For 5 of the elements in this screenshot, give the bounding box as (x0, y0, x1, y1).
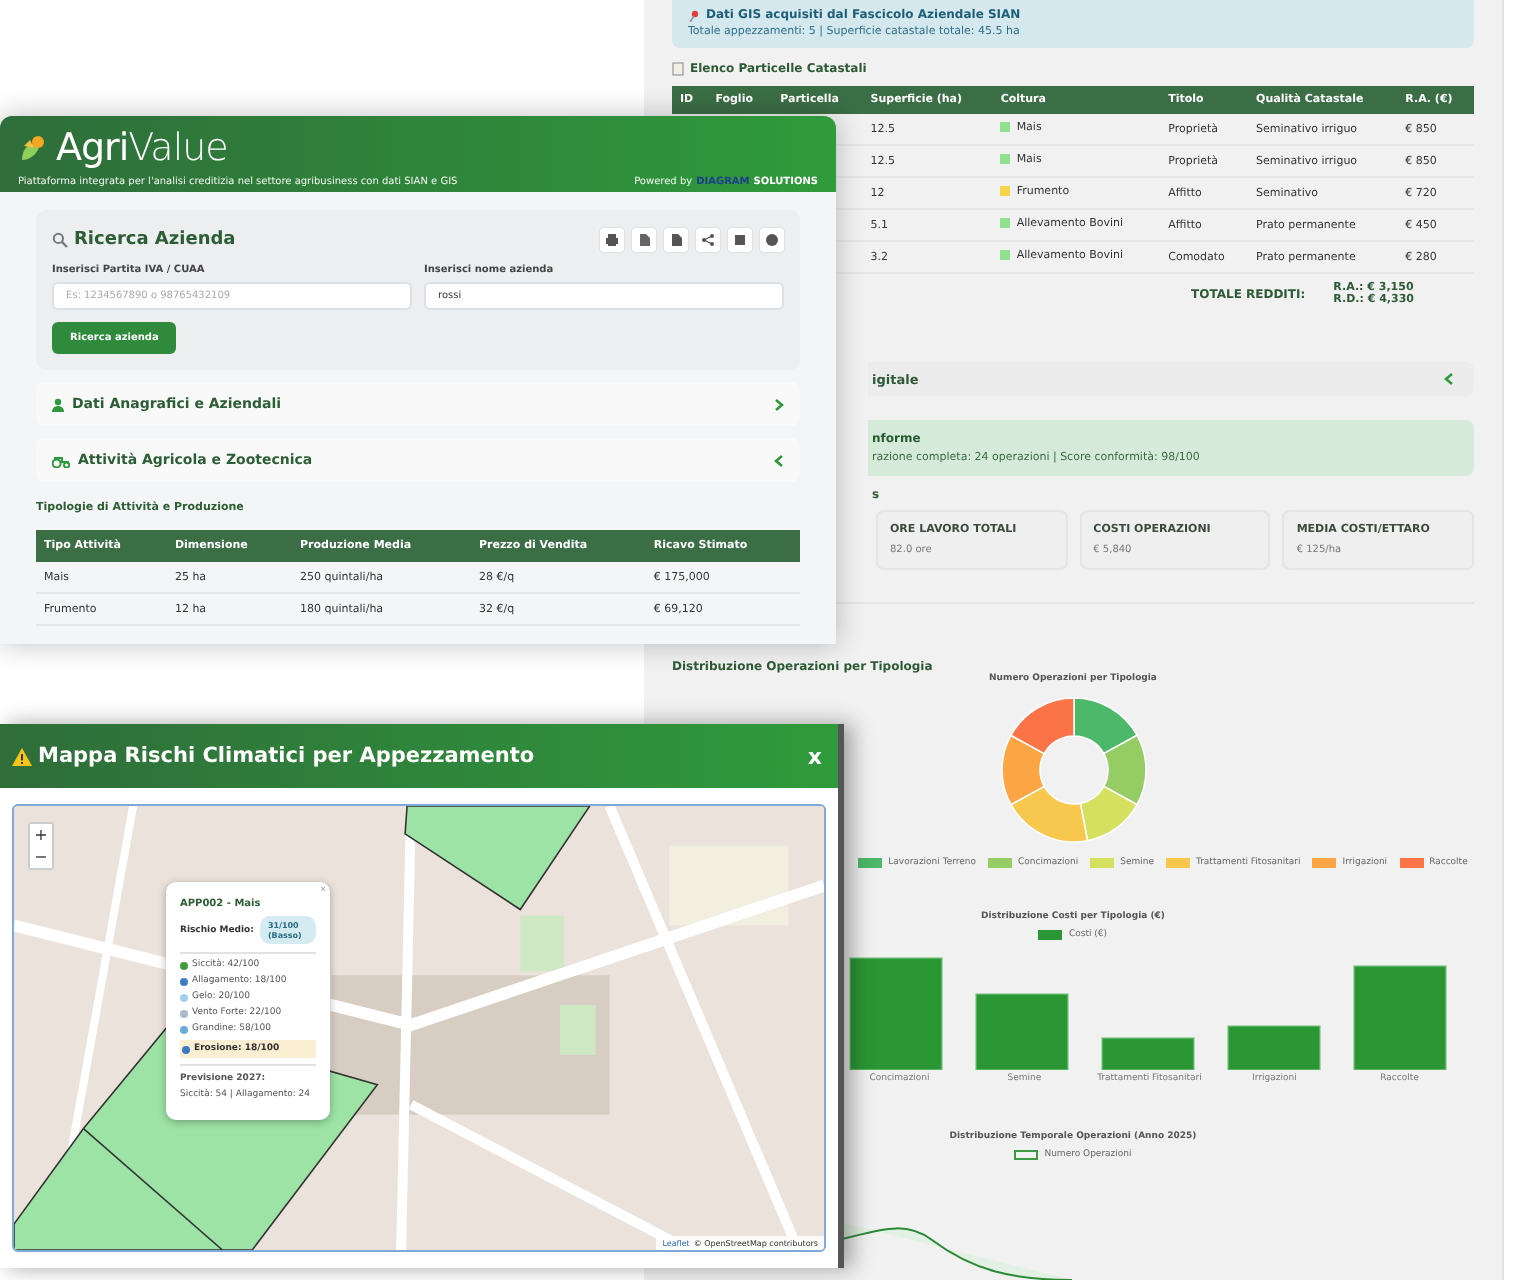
app-logo: AgriValue (56, 126, 228, 170)
modal-title: Mappa Rischi Climatici per Appezzamento (38, 744, 535, 768)
card-title: Ricerca Azienda (74, 230, 236, 250)
zoom-in-button[interactable]: + (30, 824, 52, 846)
close-button[interactable]: x (807, 743, 822, 769)
